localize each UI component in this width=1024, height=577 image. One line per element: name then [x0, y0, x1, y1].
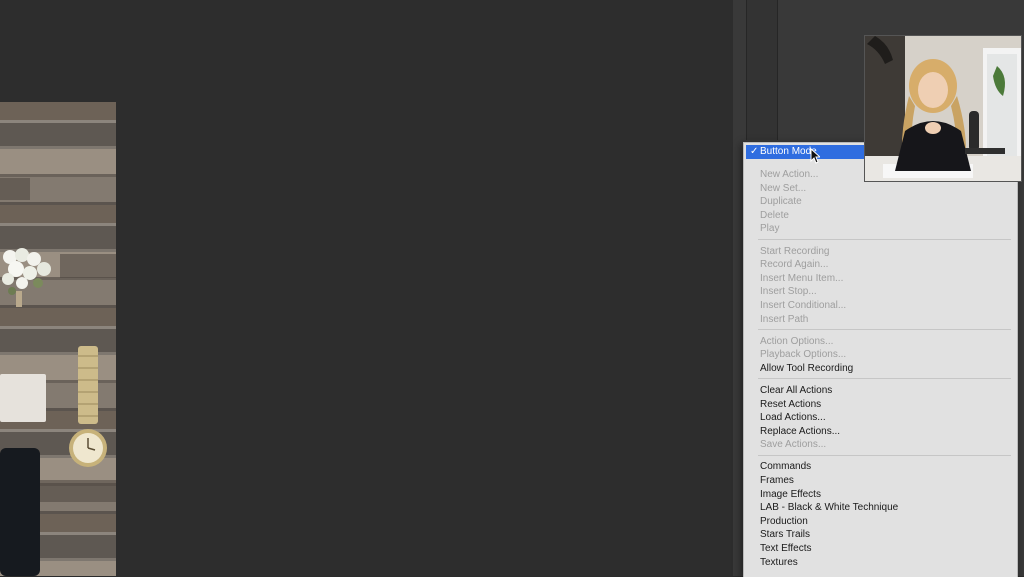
menu-item-action-options: Action Options...	[760, 335, 834, 347]
menu-item-save-actions: Save Actions...	[760, 439, 827, 451]
menu-item-insert-stop: Insert Stop...	[760, 286, 817, 298]
menu-separator	[758, 378, 1011, 380]
flower-bouquet	[2, 248, 51, 307]
menu-item-insert-conditional: Insert Conditional...	[760, 299, 847, 311]
menu-item-insert-path: Insert Path	[760, 313, 809, 325]
document-photo	[0, 102, 116, 576]
menu-item-reset-actions[interactable]: Reset Actions	[744, 398, 1017, 412]
menu-item-delete: Delete	[760, 209, 789, 221]
menu-item-button-mode[interactable]: ✓ Button Mode	[746, 145, 866, 159]
menu-item-text-effects[interactable]: Text Effects	[744, 542, 1017, 556]
menu-item-duplicate: Duplicate	[760, 196, 802, 208]
menu-separator	[758, 454, 1011, 456]
menu-item-allow-tool-recording[interactable]: Allow Tool Recording	[744, 362, 1017, 376]
panel-column	[746, 0, 778, 140]
actions-panel-menu[interactable]: ✓ Button Mode New Action... New Set... Dup…	[743, 142, 1018, 577]
menu-item-image-effects[interactable]: Image Effects	[744, 488, 1017, 502]
menu-item-playback-options: Playback Options...	[760, 349, 847, 361]
menu-item-new-set: New Set...	[760, 182, 807, 194]
menu-item-load-actions[interactable]: Load Actions...	[744, 411, 1017, 425]
menu-item-play: Play	[760, 223, 780, 235]
menu-item-clear-all-actions[interactable]: Clear All Actions	[744, 384, 1017, 398]
menu-item-production[interactable]: Production	[744, 515, 1017, 529]
menu-item-replace-actions[interactable]: Replace Actions...	[744, 425, 1017, 439]
menu-item-start-recording: Start Recording	[760, 245, 830, 257]
menu-item-textures[interactable]: Textures	[744, 556, 1017, 570]
menu-item-frames[interactable]: Frames	[744, 474, 1017, 488]
menu-item-stars-trails[interactable]: Stars Trails	[744, 528, 1017, 542]
menu-separator	[758, 329, 1011, 331]
checkmark-icon: ✓	[750, 146, 759, 157]
business-card	[0, 374, 46, 422]
smartphone	[0, 448, 40, 576]
menu-item-commands[interactable]: Commands	[744, 460, 1017, 474]
menu-item-insert-menu-item: Insert Menu Item...	[760, 272, 844, 284]
menu-item-label: Button Mode	[760, 146, 817, 157]
menu-item-record-again: Record Again...	[760, 259, 829, 271]
wristwatch	[69, 346, 107, 467]
menu-item-lab-black-white-technique[interactable]: LAB - Black & White Technique	[744, 501, 1017, 515]
menu-separator	[758, 239, 1011, 240]
webcam-overlay	[864, 35, 1022, 182]
mouse-pointer-icon	[810, 148, 820, 164]
